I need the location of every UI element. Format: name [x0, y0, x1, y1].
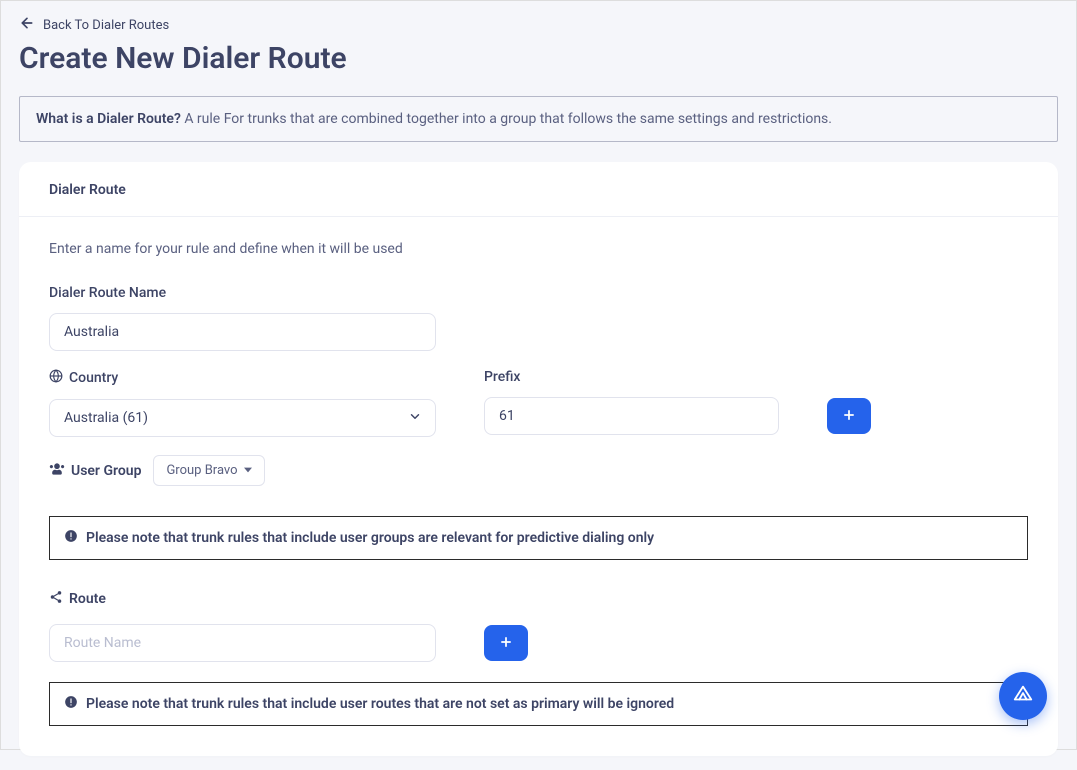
exclamation-circle-icon: [64, 695, 78, 713]
info-box: What is a Dialer Route? A rule For trunk…: [19, 96, 1058, 142]
route-name-label: Dialer Route Name: [49, 285, 1028, 301]
plus-icon: [499, 635, 513, 652]
plus-icon: [842, 408, 856, 425]
floating-action-button[interactable]: [999, 672, 1047, 720]
add-prefix-button[interactable]: [827, 398, 871, 434]
back-link[interactable]: Back To Dialer Routes: [19, 15, 1058, 35]
route-warning: Please note that trunk rules that includ…: [49, 682, 1028, 726]
triangle-icon: [1012, 683, 1034, 709]
route-name-input[interactable]: [49, 313, 436, 351]
prefix-input[interactable]: [484, 397, 779, 435]
prefix-label: Prefix: [484, 369, 871, 385]
users-icon: [49, 462, 65, 480]
page-title: Create New Dialer Route: [19, 41, 1058, 76]
user-group-warning: Please note that trunk rules that includ…: [49, 516, 1028, 560]
arrow-left-icon: [19, 15, 35, 35]
info-answer: A rule For trunks that are combined toge…: [184, 111, 832, 127]
route-label: Route: [49, 590, 1028, 608]
user-group-dropdown[interactable]: Group Bravo: [153, 455, 264, 486]
back-link-text: Back To Dialer Routes: [43, 18, 169, 33]
user-group-label: User Group: [49, 462, 141, 480]
route-name-input-field[interactable]: [49, 624, 436, 662]
add-route-button[interactable]: [484, 625, 528, 661]
globe-icon: [49, 369, 63, 387]
card-intro: Enter a name for your rule and define wh…: [49, 241, 1028, 257]
card-header: Dialer Route: [19, 162, 1058, 217]
exclamation-circle-icon: [64, 529, 78, 547]
dialer-route-card: Dialer Route Enter a name for your rule …: [19, 162, 1058, 756]
country-select[interactable]: Australia (61): [49, 399, 436, 437]
caret-down-icon: [244, 463, 252, 478]
share-icon: [49, 590, 63, 608]
info-question: What is a Dialer Route?: [36, 111, 181, 127]
country-label: Country: [49, 369, 436, 387]
